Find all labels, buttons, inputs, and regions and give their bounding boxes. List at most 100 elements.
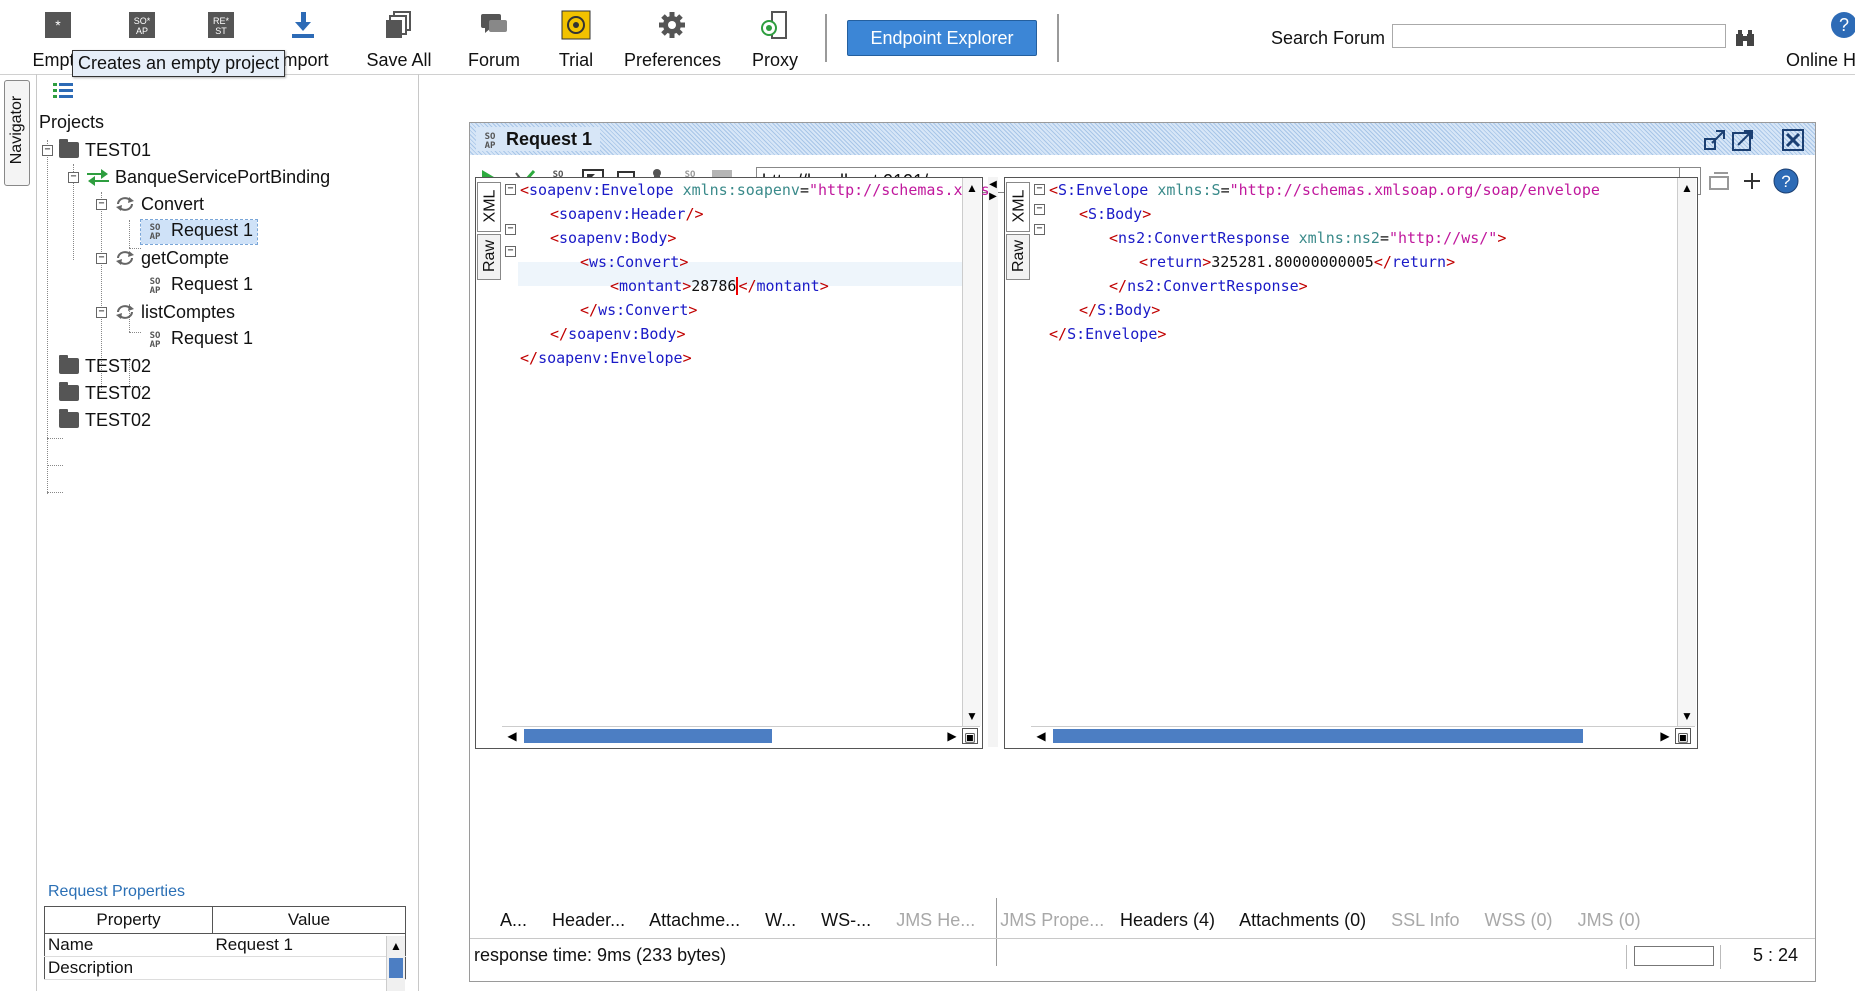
response-xml-editor[interactable]: − − − <S:Envelope xmlns:S="http://schema… — [1031, 177, 1698, 749]
tab-raw[interactable]: Raw — [477, 234, 501, 280]
scroll-up-icon[interactable]: ▲ — [388, 938, 404, 954]
save-all-button[interactable]: Save All — [364, 6, 434, 70]
soap-request-icon: SO AP — [149, 223, 161, 242]
scroll-up-icon[interactable]: ▲ — [964, 180, 980, 196]
table-row[interactable]: Description — [44, 956, 406, 980]
fold-toggle[interactable]: − — [1034, 224, 1045, 235]
fold-toggle[interactable]: − — [505, 224, 516, 235]
request-vertical-scrollbar[interactable]: ▲ ▼ — [962, 178, 981, 726]
tree-project-test01[interactable]: TEST01 — [59, 139, 151, 161]
zoom-icon[interactable]: ▣ — [962, 728, 978, 744]
tab-xml[interactable]: XML — [477, 182, 501, 232]
help-icon[interactable]: ? — [1772, 167, 1800, 195]
empty-project-icon: * — [45, 12, 71, 38]
tree-request-convert[interactable]: SO AP Request 1 — [139, 219, 259, 245]
navigator-tab[interactable]: Navigator — [4, 80, 30, 186]
binoculars-icon[interactable] — [1734, 28, 1756, 48]
help-icon: ? — [1831, 12, 1855, 38]
tab-wss[interactable]: W... — [765, 910, 796, 930]
tree-operation-convert[interactable]: Convert — [115, 194, 204, 215]
collapse-toggle[interactable]: − — [96, 307, 107, 318]
edit-endpoint-icon[interactable] — [1708, 171, 1730, 191]
tree-request-getcompte[interactable]: SO AP Request 1 — [145, 274, 253, 298]
tab-response-attachments[interactable]: Attachments (0) — [1239, 910, 1366, 930]
tree-request-listcomptes[interactable]: SO AP Request 1 — [145, 328, 253, 352]
fold-toggle[interactable]: − — [1034, 204, 1045, 215]
operation-icon — [116, 251, 134, 265]
tab-jms-properties[interactable]: JMS Prope... — [1000, 910, 1104, 930]
progress-box — [1634, 946, 1714, 966]
tab-jms-headers[interactable]: JMS He... — [896, 910, 975, 930]
column-header[interactable]: Property — [44, 906, 213, 934]
property-name: Name — [44, 933, 213, 957]
trial-button[interactable]: Trial — [552, 6, 600, 70]
request-xml-editor[interactable]: − − − <soapenv:Envelope xmlns:soapenv="h… — [502, 177, 990, 749]
tree-project-test02[interactable]: TEST02 — [59, 355, 151, 377]
scroll-thumb[interactable] — [524, 729, 772, 743]
column-header[interactable]: Value — [212, 906, 406, 934]
tab-wss-results[interactable]: WSS (0) — [1485, 910, 1553, 930]
folder-icon — [59, 139, 79, 158]
endpoint-explorer-button[interactable]: Endpoint Explorer — [847, 20, 1037, 56]
tab-ssl-info[interactable]: SSL Info — [1391, 910, 1459, 930]
scroll-right-icon[interactable]: ▶ — [1657, 728, 1673, 744]
tree-view-icon[interactable] — [53, 82, 75, 100]
scroll-up-icon[interactable]: ▲ — [1679, 180, 1695, 196]
online-help-button[interactable]: ? Online H — [1786, 6, 1855, 70]
tab-attachments[interactable]: Attachme... — [649, 910, 740, 930]
property-value[interactable] — [212, 956, 406, 980]
proxy-icon — [761, 11, 787, 39]
forum-label: Forum — [467, 50, 520, 70]
proxy-button[interactable]: Proxy — [746, 6, 804, 70]
scroll-thumb[interactable] — [1053, 729, 1583, 743]
search-forum-input[interactable] — [1392, 24, 1726, 48]
tab-headers[interactable]: Header... — [552, 910, 625, 930]
collapse-toggle[interactable]: − — [96, 253, 107, 264]
tree-project-test02[interactable]: TEST02 — [59, 409, 152, 431]
scroll-right-icon[interactable]: ▶ — [944, 728, 960, 744]
collapse-toggle[interactable]: − — [42, 145, 53, 156]
forum-button[interactable]: Forum — [462, 6, 526, 70]
tree-item-label: TEST02 — [85, 410, 152, 430]
zoom-icon[interactable]: ▣ — [1675, 728, 1691, 744]
maximize-icon[interactable] — [1732, 129, 1754, 151]
tab-xml[interactable]: XML — [1006, 182, 1030, 232]
tree-interface-binding[interactable]: BanqueServicePortBinding — [87, 167, 330, 188]
tree-project-test02[interactable]: TEST02 — [59, 382, 151, 404]
scroll-left-icon[interactable]: ◀ — [504, 728, 520, 744]
code-line: </ns2:ConvertResponse> — [1109, 277, 1308, 295]
response-horizontal-scrollbar[interactable]: ◀ ▶ ▣ — [1031, 726, 1695, 745]
scroll-thumb[interactable] — [389, 958, 403, 978]
svg-text:SO*: SO* — [134, 16, 151, 26]
collapse-right-icon[interactable]: ▶ — [985, 189, 1001, 205]
properties-scrollbar[interactable]: ▲ — [386, 936, 405, 991]
close-icon[interactable] — [1782, 129, 1804, 151]
fold-toggle[interactable]: − — [505, 184, 516, 195]
svg-text:?: ? — [1781, 172, 1790, 191]
table-row[interactable]: Name Request 1 — [44, 933, 406, 957]
response-vertical-scrollbar[interactable]: ▲ ▼ — [1677, 178, 1696, 726]
request-horizontal-scrollbar[interactable]: ◀ ▶ ▣ — [502, 726, 980, 745]
detach-icon[interactable] — [1704, 129, 1726, 151]
scroll-down-icon[interactable]: ▼ — [964, 708, 980, 724]
collapse-toggle[interactable]: − — [96, 199, 107, 210]
preferences-button[interactable]: Preferences — [624, 6, 721, 70]
tab-ws-addressing[interactable]: WS-... — [821, 910, 871, 930]
fold-toggle[interactable]: − — [1034, 184, 1045, 195]
tab-auth[interactable]: A... — [500, 910, 527, 930]
tree-operation-listcomptes[interactable]: listComptes — [115, 302, 235, 323]
splitter[interactable]: ◀ ▶ — [988, 177, 998, 747]
tree-item-label: Request 1 — [171, 220, 254, 240]
collapse-toggle[interactable]: − — [68, 172, 79, 183]
tree-operation-getcompte[interactable]: getCompte — [115, 248, 229, 269]
tab-raw[interactable]: Raw — [1006, 234, 1030, 280]
add-icon[interactable] — [1742, 171, 1762, 191]
tab-jms[interactable]: JMS (0) — [1578, 910, 1641, 930]
scroll-down-icon[interactable]: ▼ — [1679, 708, 1695, 724]
fold-toggle[interactable]: − — [505, 246, 516, 257]
online-help-label: Online H — [1786, 50, 1855, 70]
property-value[interactable]: Request 1 — [212, 933, 406, 957]
tab-response-headers[interactable]: Headers (4) — [1120, 910, 1215, 930]
tree-root-projects[interactable]: Projects — [39, 112, 104, 133]
scroll-left-icon[interactable]: ◀ — [1033, 728, 1049, 744]
